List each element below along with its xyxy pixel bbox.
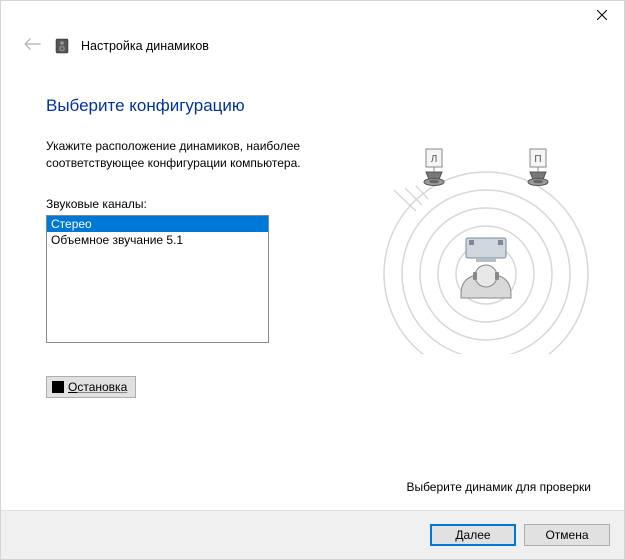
header: Настройка динамиков (1, 31, 624, 74)
close-icon (597, 10, 607, 20)
svg-text:П: П (534, 154, 541, 165)
list-item-label: Стерео (51, 217, 92, 231)
list-item-surround-5-1[interactable]: Объемное звучание 5.1 (47, 232, 268, 248)
listener-icon (461, 265, 511, 298)
left-speaker-icon: Л (424, 149, 444, 186)
right-speaker-icon: П (528, 149, 548, 186)
titlebar (1, 1, 624, 31)
next-button-label: Далее (455, 528, 490, 542)
page-title: Выберите конфигурацию (46, 96, 579, 116)
stop-button[interactable]: Остановка (46, 376, 136, 398)
dialog-title: Настройка динамиков (81, 39, 209, 53)
cancel-button[interactable]: Отмена (524, 524, 610, 546)
speaker-setup-dialog: Настройка динамиков Выберите конфигураци… (0, 0, 625, 560)
list-item-label: Объемное звучание 5.1 (51, 233, 183, 247)
close-button[interactable] (579, 1, 624, 29)
speaker-app-icon (53, 37, 71, 55)
instruction-text: Укажите расположение динамиков, наиболее… (46, 138, 316, 173)
svg-text:Л: Л (431, 154, 438, 165)
test-speaker-hint: Выберите динамик для проверки (406, 480, 591, 494)
audio-channels-listbox[interactable]: Стерео Объемное звучание 5.1 (46, 215, 269, 343)
speaker-diagram: Л П (376, 144, 596, 354)
dialog-footer: Далее Отмена (1, 510, 624, 559)
stop-icon (52, 381, 64, 393)
monitor-icon (466, 238, 506, 262)
stop-button-label: Остановка (68, 380, 127, 394)
cancel-button-label: Отмена (545, 528, 588, 542)
list-item-stereo[interactable]: Стерео (47, 216, 268, 232)
back-arrow-icon (21, 35, 43, 56)
content-area: Выберите конфигурацию Укажите расположен… (1, 74, 624, 510)
next-button[interactable]: Далее (430, 524, 516, 546)
